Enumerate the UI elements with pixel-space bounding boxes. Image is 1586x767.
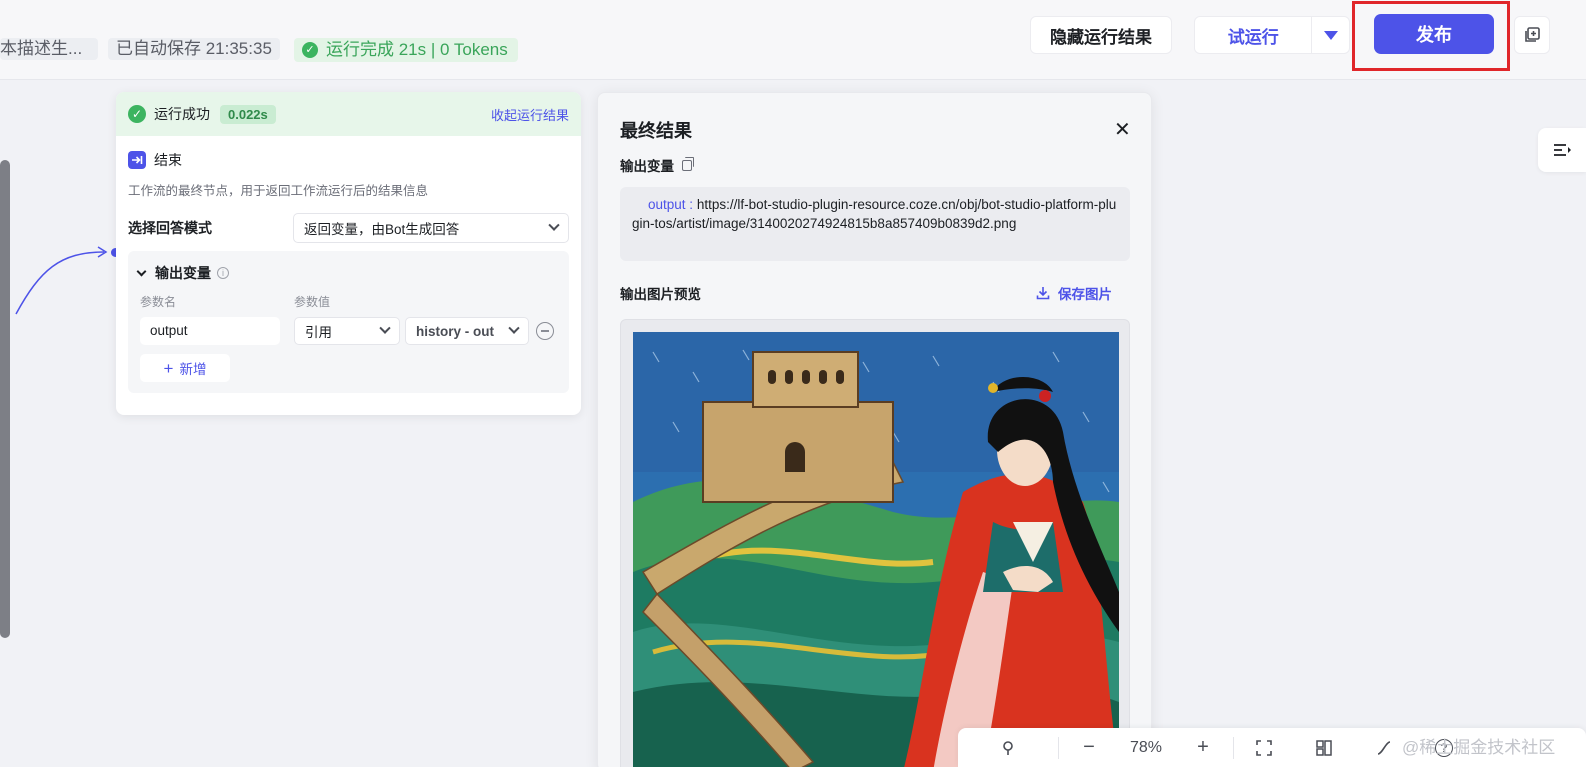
answer-mode-row: 选择回答模式 返回变量，由Bot生成回答 <box>116 199 581 243</box>
answer-mode-label: 选择回答模式 <box>128 220 212 236</box>
image-preview <box>620 319 1130 767</box>
remove-param-button[interactable] <box>536 322 554 340</box>
param-name-header: 参数名 <box>140 295 177 309</box>
node-title-text: 结束 <box>154 152 182 168</box>
info-icon[interactable]: i <box>217 267 229 279</box>
answer-mode-value: 返回变量，由Bot生成回答 <box>304 222 460 237</box>
autosave-status: 已自动保存 21:35:35 <box>108 38 280 60</box>
result-title: 最终结果 <box>620 121 692 141</box>
check-circle-icon: ✓ <box>302 42 318 58</box>
end-node-card[interactable]: ✓ 运行成功 0.022s 收起运行结果 结束 工作流的最终节点，用于返回工作流… <box>116 92 581 415</box>
output-key: output <box>648 197 686 212</box>
close-icon[interactable]: ✕ <box>1114 117 1131 142</box>
trial-run-dropdown[interactable] <box>1311 17 1349 53</box>
output-section-toggle[interactable]: 输出变量 i <box>136 263 229 283</box>
ref-value-select[interactable]: history - out <box>405 317 529 345</box>
layout-button[interactable] <box>1294 728 1354 767</box>
run-status-text: 运行完成 21s | 0 Tokens <box>326 40 508 59</box>
node-description: 工作流的最终节点，用于返回工作流运行后的结果信息 <box>128 184 429 198</box>
run-success-label: 运行成功 <box>154 106 210 122</box>
plus-icon: + <box>163 358 174 378</box>
layout-icon <box>1316 739 1332 756</box>
zoom-in-icon: + <box>1197 736 1209 758</box>
ref-type-value: 引用 <box>305 325 332 340</box>
copy-icon <box>1525 27 1540 42</box>
answer-mode-select[interactable]: 返回变量，由Bot生成回答 <box>293 213 569 243</box>
zoom-level-text: 78% <box>1129 738 1163 756</box>
run-status-badge: ✓ 运行完成 21s | 0 Tokens <box>294 38 518 62</box>
trial-run-button-group: 试运行 <box>1194 16 1350 54</box>
top-bar: 本描述生... 已自动保存 21:35:35 ✓ 运行完成 21s | 0 To… <box>0 0 1586 80</box>
output-url[interactable]: https://lf-bot-studio-plugin-resource.co… <box>632 197 1116 231</box>
save-image-button[interactable]: 保存图片 <box>1036 283 1112 303</box>
download-icon <box>1036 287 1050 300</box>
curve-icon <box>1377 740 1391 755</box>
output-variable-label: 输出变量 <box>620 155 694 175</box>
connection-edge <box>15 246 108 315</box>
chevron-down-icon <box>548 219 560 231</box>
zoom-out-button[interactable]: − <box>1059 728 1119 767</box>
fit-view-button[interactable] <box>1234 728 1294 767</box>
add-param-label: 新增 <box>179 362 207 377</box>
minus-circle-icon <box>541 330 549 332</box>
trial-run-button[interactable]: 试运行 <box>1195 23 1311 48</box>
save-image-label: 保存图片 <box>1058 287 1112 302</box>
final-result-panel: 最终结果 ✕ 输出变量 output : https://lf-bot-stud… <box>597 92 1152 767</box>
output-key-sep: : <box>685 197 697 212</box>
chevron-down-icon <box>379 322 391 334</box>
check-circle-icon: ✓ <box>128 105 146 123</box>
publish-button[interactable]: 发布 <box>1374 14 1494 54</box>
output-value-box: output : https://lf-bot-studio-plugin-re… <box>620 187 1130 261</box>
side-panel-toggle[interactable] <box>1538 128 1586 172</box>
preview-label: 输出图片预览 <box>620 287 701 302</box>
output-variables-section: 输出变量 i 参数名 参数值 output 引用 history - out +… <box>128 251 569 393</box>
pointer-icon <box>1003 740 1013 755</box>
hide-results-button[interactable]: 隐藏运行结果 <box>1030 16 1172 54</box>
zoom-level[interactable]: 78% <box>1119 728 1173 767</box>
duplicate-button[interactable] <box>1514 16 1550 54</box>
param-name-input[interactable]: output <box>140 317 280 345</box>
copy-icon[interactable] <box>682 156 694 171</box>
node-title: 结束 <box>116 136 581 170</box>
output-section-label: 输出变量 <box>155 265 211 281</box>
workflow-description: 本描述生... <box>0 38 98 60</box>
end-node-icon <box>128 151 146 169</box>
ref-value-text: history - out <box>416 323 494 339</box>
zoom-in-button[interactable]: + <box>1173 728 1233 767</box>
chevron-down-icon <box>136 266 147 276</box>
zoom-out-icon: − <box>1083 736 1095 758</box>
generated-image <box>633 332 1119 767</box>
run-result-header: ✓ 运行成功 0.022s 收起运行结果 <box>116 92 581 136</box>
panel-toggle-icon <box>1554 144 1571 156</box>
caret-down-icon <box>1323 30 1338 40</box>
chevron-down-icon <box>508 322 520 334</box>
fit-view-icon <box>1256 739 1272 756</box>
param-value-header: 参数值 <box>294 295 331 309</box>
pointer-tool[interactable] <box>958 728 1058 767</box>
output-variable-label-text: 输出变量 <box>620 159 674 174</box>
ref-type-select[interactable]: 引用 <box>294 317 400 345</box>
watermark: @稀土掘金技术社区 <box>1402 738 1556 757</box>
add-param-button[interactable]: + 新增 <box>140 354 230 382</box>
collapse-results-link[interactable]: 收起运行结果 <box>491 105 569 124</box>
elapsed-time-badge: 0.022s <box>220 104 276 124</box>
